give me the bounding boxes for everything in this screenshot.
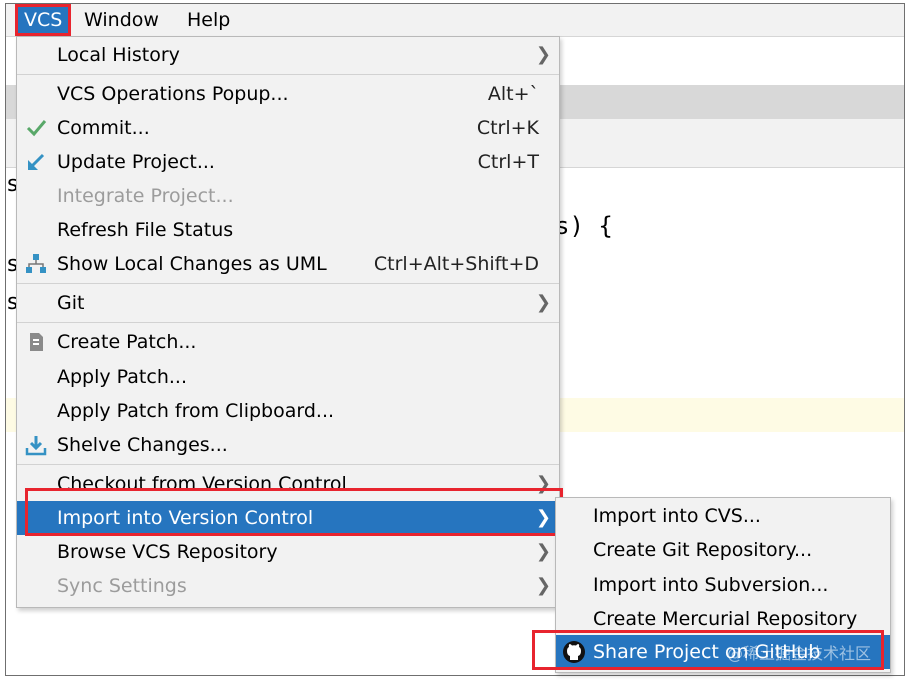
menu-item-label: Apply Patch from Clipboard... xyxy=(57,400,335,422)
watermark: @稀土掘金技术社区 xyxy=(727,644,872,663)
menu-item-label: Integrate Project... xyxy=(57,185,234,207)
menu-item-vcs-operations-popup[interactable]: VCS Operations Popup... Alt+` xyxy=(17,77,559,111)
menu-window[interactable]: Window xyxy=(78,7,165,33)
menu-item-git[interactable]: Git ❯ xyxy=(17,286,559,320)
menu-separator xyxy=(17,74,559,75)
menu-bar: VCS Window Help xyxy=(6,4,904,37)
check-icon xyxy=(26,120,47,137)
shortcut-label: Ctrl+K xyxy=(476,117,539,139)
shelve-icon xyxy=(25,436,47,456)
menu-item-label: Commit... xyxy=(57,117,150,139)
submenu-item-import-cvs[interactable]: Import into CVS... xyxy=(556,499,890,533)
submenu-arrow-icon: ❯ xyxy=(535,541,551,562)
menu-item-label: Git xyxy=(57,292,85,314)
shortcut-label: Ctrl+T xyxy=(477,151,539,173)
update-arrow-icon xyxy=(28,153,45,170)
menu-item-create-patch[interactable]: Create Patch... xyxy=(17,325,559,359)
menu-item-commit[interactable]: Commit... Ctrl+K xyxy=(17,111,559,145)
menu-item-label: Sync Settings xyxy=(57,575,187,597)
menu-item-label: Apply Patch... xyxy=(57,366,187,388)
menu-item-label: Local History xyxy=(57,44,180,66)
menu-separator xyxy=(17,322,559,323)
menu-item-label: Show Local Changes as UML xyxy=(57,253,327,275)
menu-item-shelve-changes[interactable]: Shelve Changes... xyxy=(17,428,559,462)
submenu-item-label: Create Git Repository... xyxy=(593,539,813,561)
menu-separator xyxy=(17,283,559,284)
menu-item-update-project[interactable]: Update Project... Ctrl+T xyxy=(17,145,559,179)
menu-item-apply-patch-clipboard[interactable]: Apply Patch from Clipboard... xyxy=(17,394,559,428)
menu-item-refresh-file-status[interactable]: Refresh File Status xyxy=(17,213,559,247)
submenu-item-import-subversion[interactable]: Import into Subversion... xyxy=(556,568,890,602)
menu-item-label: VCS Operations Popup... xyxy=(57,83,289,105)
menu-item-integrate-project: Integrate Project... xyxy=(17,179,559,213)
menu-item-show-local-changes-uml[interactable]: Show Local Changes as UML Ctrl+Alt+Shift… xyxy=(17,247,559,281)
submenu-arrow-icon: ❯ xyxy=(535,44,551,65)
menu-item-sync-settings: Sync Settings ❯ xyxy=(17,569,559,603)
patch-file-icon xyxy=(30,333,43,351)
shortcut-label: Ctrl+Alt+Shift+D xyxy=(373,253,539,275)
menu-separator xyxy=(17,464,559,465)
menu-item-label: Refresh File Status xyxy=(57,219,234,241)
menu-item-local-history[interactable]: Local History ❯ xyxy=(17,38,559,72)
menu-item-label: Update Project... xyxy=(57,151,215,173)
menu-vcs[interactable]: VCS xyxy=(14,4,72,36)
annotation-highlight-box xyxy=(25,488,563,536)
uml-diagram-icon xyxy=(26,254,46,273)
menu-help[interactable]: Help xyxy=(181,7,236,33)
menu-item-apply-patch[interactable]: Apply Patch... xyxy=(17,360,559,394)
menu-item-label: Create Patch... xyxy=(57,331,197,353)
submenu-item-label: Import into CVS... xyxy=(593,505,761,527)
submenu-item-create-git-repository[interactable]: Create Git Repository... xyxy=(556,533,890,567)
shortcut-label: Alt+` xyxy=(487,83,539,105)
submenu-item-label: Import into Subversion... xyxy=(593,574,829,596)
editor-code-fragment: s) { xyxy=(555,212,613,240)
menu-item-browse-vcs-repository[interactable]: Browse VCS Repository ❯ xyxy=(17,535,559,569)
menu-item-label: Browse VCS Repository xyxy=(57,541,278,563)
submenu-arrow-icon: ❯ xyxy=(535,292,551,313)
menu-item-label: Shelve Changes... xyxy=(57,434,228,456)
submenu-arrow-icon: ❯ xyxy=(535,575,551,596)
